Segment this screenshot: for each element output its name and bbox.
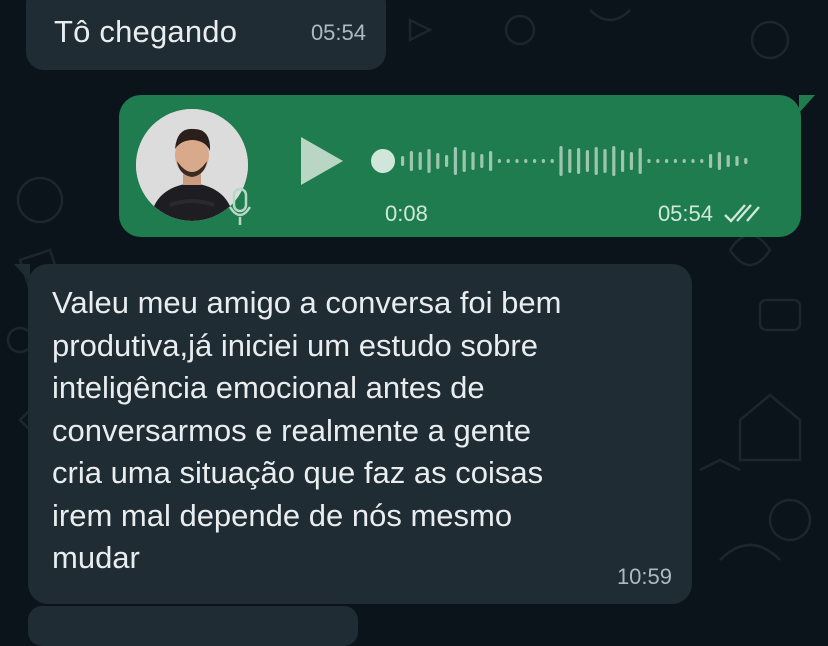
waveform-bar	[709, 154, 713, 168]
waveform-bar	[541, 159, 545, 163]
message-time: 10:59	[616, 564, 672, 589]
message-time: 05:54	[657, 201, 713, 226]
bubble-tail	[14, 264, 30, 282]
message-text: Tô chegando	[54, 14, 238, 49]
waveform-bar	[629, 152, 633, 170]
waveform-bar	[638, 148, 642, 174]
waveform-bar	[445, 155, 449, 167]
waveform-bar	[585, 150, 589, 172]
waveform-bar	[594, 147, 598, 175]
waveform-bar	[691, 159, 695, 163]
waveform-bar	[453, 147, 457, 175]
waveform-bar	[480, 154, 484, 168]
waveform-bar	[656, 159, 660, 163]
waveform-bar	[427, 149, 431, 173]
waveform-bar	[559, 146, 563, 176]
waveform-bar	[717, 152, 721, 170]
waveform-bar	[735, 156, 739, 166]
waveform-bar	[418, 152, 422, 170]
waveform-bar	[550, 159, 554, 163]
waveform-bar	[647, 159, 651, 163]
waveform-bar	[673, 159, 677, 163]
waveform-bar	[471, 152, 475, 170]
waveform-bar	[401, 156, 405, 166]
waveform-bar	[462, 150, 466, 172]
bubble-tail	[799, 95, 815, 113]
voice-duration: 0:08	[385, 201, 428, 226]
double-check-icon	[724, 204, 760, 223]
waveform-slider[interactable]	[369, 139, 759, 183]
waveform-bar	[533, 159, 537, 163]
waveform-bar	[726, 155, 730, 167]
waveform-bar	[524, 159, 528, 163]
waveform-bar	[506, 159, 510, 163]
waveform-bar	[612, 146, 616, 176]
voice-message-bubble[interactable]: 0:08 05:54	[119, 95, 815, 237]
waveform-bar	[409, 151, 413, 171]
message-bubble-partial[interactable]	[28, 606, 358, 646]
waveform-bar	[744, 158, 748, 164]
message-text: Valeu meu amigo a conversa foi bem produ…	[52, 285, 562, 575]
microphone-icon	[228, 187, 252, 225]
waveform-bar	[621, 150, 625, 172]
message-bubble-incoming[interactable]: Tô chegando 05:54	[26, 0, 386, 70]
waveform-bar	[577, 148, 581, 174]
waveform-bar	[489, 151, 493, 171]
play-icon[interactable]	[297, 135, 347, 187]
waveform-bar	[603, 149, 607, 173]
message-bubble-incoming[interactable]: Valeu meu amigo a conversa foi bem produ…	[14, 264, 692, 604]
waveform-bar	[515, 159, 519, 163]
waveform-bar	[682, 159, 686, 163]
message-time: 05:54	[310, 20, 366, 45]
waveform-bar	[700, 159, 704, 163]
waveform-bar	[497, 159, 501, 163]
waveform-bar	[568, 149, 572, 173]
waveform-bar	[436, 153, 440, 169]
waveform-bar	[665, 159, 669, 163]
